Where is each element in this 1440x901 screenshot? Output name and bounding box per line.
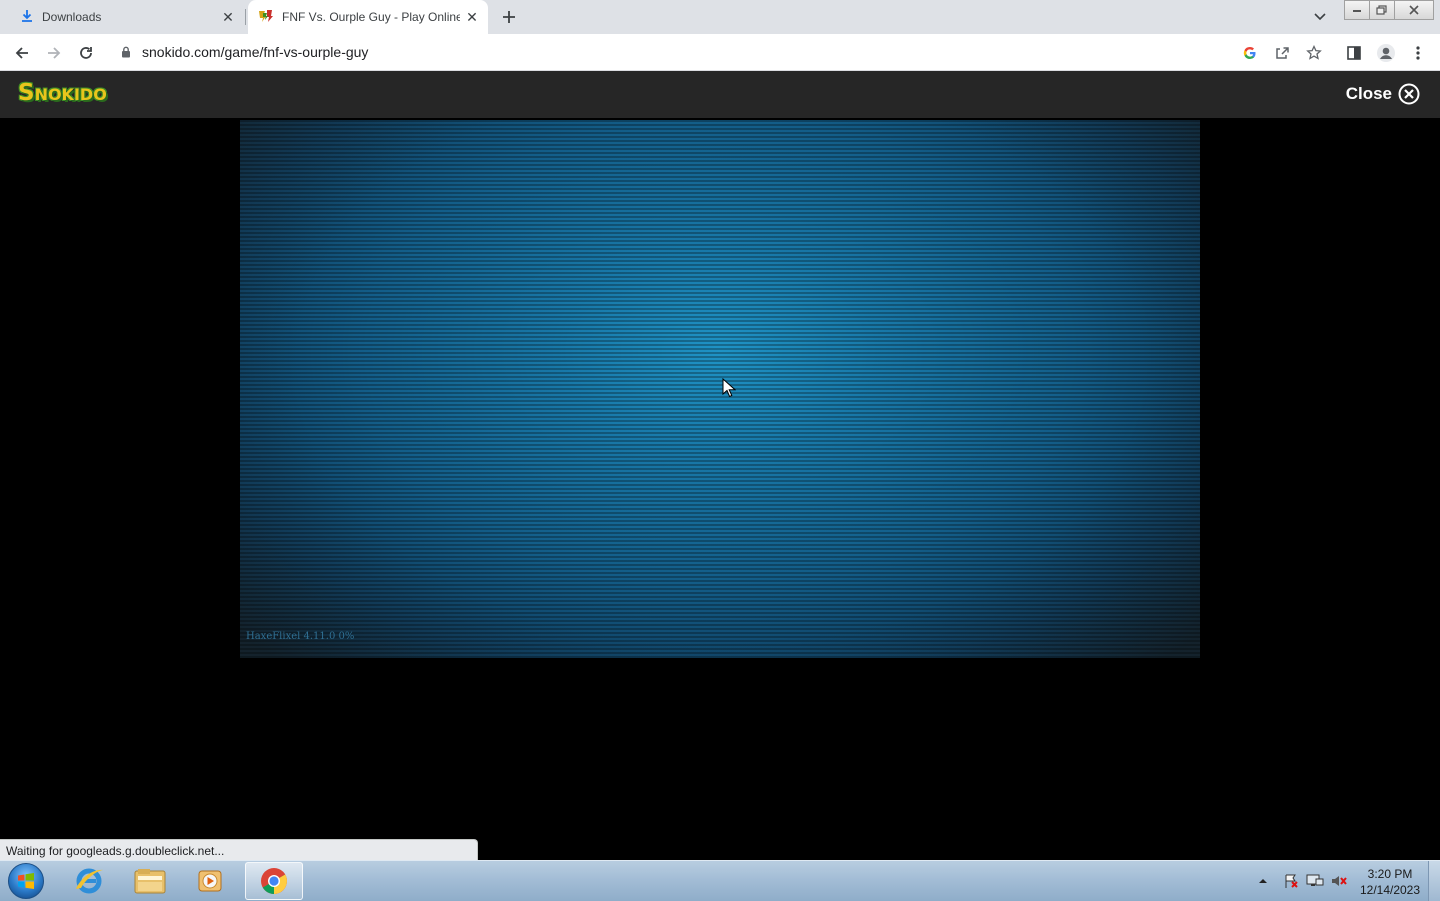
clock-time: 3:20 PM xyxy=(1367,867,1413,881)
side-panel-icon[interactable] xyxy=(1341,40,1367,66)
tab-downloads[interactable]: Downloads ✕ xyxy=(8,0,244,34)
network-icon[interactable] xyxy=(1306,861,1324,901)
taskbar-file-explorer[interactable] xyxy=(121,862,179,900)
download-icon xyxy=(20,9,34,26)
browser-toolbar: snokido.com/game/fnf-vs-ourple-guy xyxy=(0,34,1440,71)
tab-title: Downloads xyxy=(42,10,102,24)
taskbar-chrome[interactable] xyxy=(245,862,303,900)
system-clock[interactable]: 3:20 PM 12/14/2023 xyxy=(1352,866,1428,898)
media-player-icon xyxy=(198,870,222,892)
mouse-cursor-icon xyxy=(722,377,737,403)
profile-avatar-icon[interactable] xyxy=(1373,40,1399,66)
new-tab-button[interactable] xyxy=(496,4,522,30)
show-desktop-button[interactable] xyxy=(1428,861,1440,901)
status-bubble: Waiting for googleads.g.doubleclick.net.… xyxy=(0,839,478,860)
tray-expand-icon[interactable] xyxy=(1258,861,1268,901)
bookmark-star-icon[interactable] xyxy=(1301,40,1327,66)
reload-button[interactable] xyxy=(73,40,99,66)
kebab-menu-icon[interactable] xyxy=(1405,40,1431,66)
minimize-window-button[interactable] xyxy=(1344,0,1370,20)
windows-taskbar: 3:20 PM 12/14/2023 xyxy=(0,860,1440,901)
google-translate-icon[interactable] xyxy=(1237,40,1263,66)
tab-search-chevron-icon[interactable] xyxy=(1308,6,1332,28)
url-text: snokido.com/game/fnf-vs-ourple-guy xyxy=(142,44,369,60)
action-center-flag-icon[interactable] xyxy=(1283,861,1299,901)
lock-icon[interactable] xyxy=(118,46,134,58)
restore-window-button[interactable] xyxy=(1369,0,1395,20)
back-button[interactable] xyxy=(9,40,35,66)
tab-title: FNF Vs. Ourple Guy - Play Online xyxy=(282,10,460,24)
tab-separator xyxy=(245,9,246,25)
taskbar-internet-explorer[interactable] xyxy=(60,862,118,900)
close-window-button[interactable] xyxy=(1394,0,1434,20)
volume-muted-icon[interactable] xyxy=(1330,861,1348,901)
engine-loading-label: HaxeFlixel 4.11.0 0% xyxy=(246,631,355,642)
site-header: Snokido Close xyxy=(0,71,1440,118)
folder-icon xyxy=(134,869,166,894)
tab-strip: Downloads ✕ FNF Vs. Ourple Guy - Play On… xyxy=(0,0,1440,34)
close-game-button[interactable]: Close xyxy=(1346,83,1420,105)
share-icon[interactable] xyxy=(1269,40,1295,66)
tab-fnf-vs-ourple-guy[interactable]: FNF Vs. Ourple Guy - Play Online ✕ xyxy=(248,0,488,34)
close-tab-icon[interactable]: ✕ xyxy=(460,5,484,29)
snokido-logo[interactable]: Snokido xyxy=(18,80,107,106)
game-canvas[interactable]: HaxeFlixel 4.11.0 0% xyxy=(240,120,1200,658)
windows-logo-icon xyxy=(18,873,34,889)
close-label: Close xyxy=(1345,84,1392,103)
chrome-icon xyxy=(261,868,287,894)
internet-explorer-icon xyxy=(76,868,103,894)
address-bar[interactable]: snokido.com/game/fnf-vs-ourple-guy xyxy=(108,37,1274,67)
taskbar-media-player[interactable] xyxy=(181,862,239,900)
game-scanlines xyxy=(240,120,1200,658)
snokido-favicon xyxy=(258,9,274,26)
start-button[interactable] xyxy=(8,863,44,899)
close-circle-icon xyxy=(1398,83,1420,105)
forward-button[interactable] xyxy=(41,40,67,66)
clock-date: 12/14/2023 xyxy=(1359,883,1421,897)
close-tab-icon[interactable]: ✕ xyxy=(216,5,240,29)
